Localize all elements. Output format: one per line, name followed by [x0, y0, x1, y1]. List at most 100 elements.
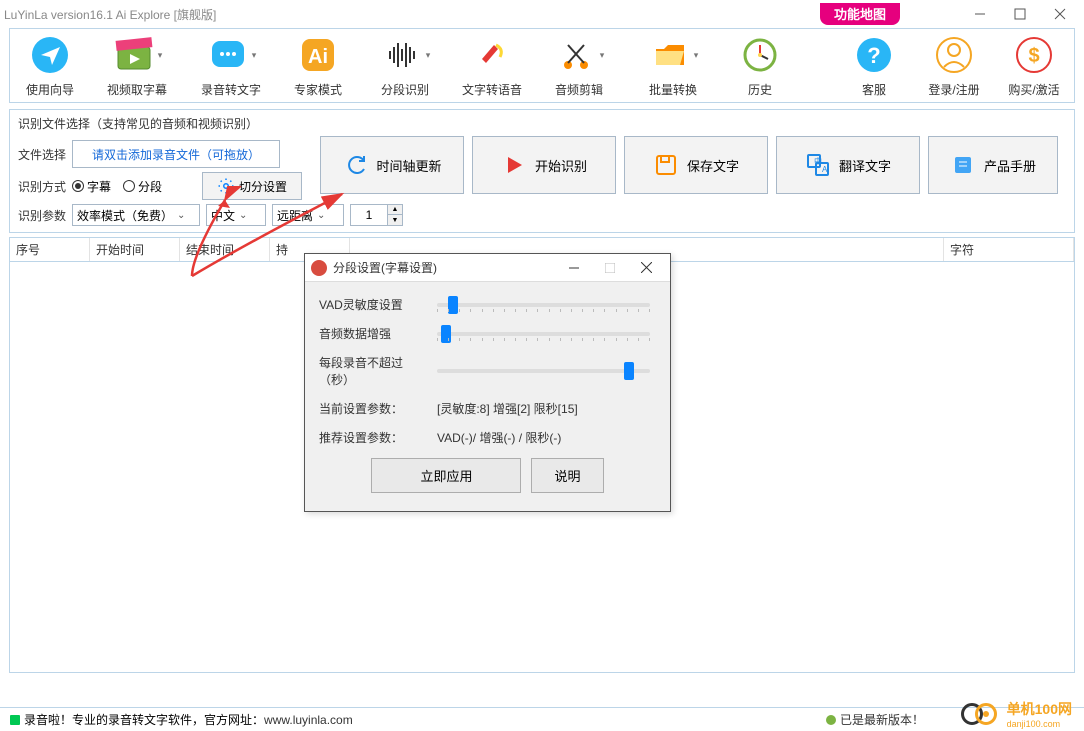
- dialog-minimize[interactable]: [556, 256, 592, 280]
- history-button[interactable]: 历史: [720, 33, 800, 98]
- distance-select[interactable]: 远距离⌄: [272, 204, 344, 226]
- enhance-slider[interactable]: [437, 332, 650, 336]
- chevron-down-icon: ⌄: [177, 210, 185, 221]
- ai-icon: Ai: [296, 33, 340, 77]
- status-url[interactable]: www.luyinla.com: [264, 713, 353, 727]
- file-picker[interactable]: 请双击添加录音文件（可拖放）: [72, 140, 280, 168]
- start-recognize-button[interactable]: 开始识别: [472, 136, 616, 194]
- clock-icon: [738, 33, 782, 77]
- chevron-down-icon: ▾: [694, 50, 699, 61]
- guide-button[interactable]: 使用向导: [10, 33, 90, 98]
- status-icon: [10, 715, 20, 725]
- audio-cut-button[interactable]: ▾ 音频剪辑: [532, 33, 626, 98]
- book-icon: [950, 152, 976, 178]
- translate-icon: 中A: [805, 152, 831, 178]
- minimize-button[interactable]: [960, 2, 1000, 26]
- param-label: 识别参数: [18, 207, 66, 224]
- col-chars[interactable]: 字符: [944, 238, 1074, 261]
- dialog-title: 分段设置(字幕设置): [333, 259, 556, 276]
- chevron-down-icon: ▾: [426, 50, 431, 61]
- chevron-down-icon: ▾: [252, 50, 257, 61]
- svg-text:$: $: [1028, 45, 1039, 67]
- user-icon: [932, 33, 976, 77]
- col-end[interactable]: 结束时间: [180, 238, 270, 261]
- dollar-icon: $: [1012, 33, 1056, 77]
- help-button[interactable]: 说明: [531, 458, 603, 493]
- watermark: 单机100网danji100.com: [961, 699, 1072, 729]
- scissors-icon: [554, 33, 598, 77]
- expert-button[interactable]: Ai 专家模式: [278, 33, 358, 98]
- spin-up[interactable]: ▲: [388, 205, 402, 215]
- buy-button[interactable]: $ 购买/激活: [994, 33, 1074, 98]
- tts-button[interactable]: 文字转语音: [452, 33, 532, 98]
- dialog-maximize[interactable]: [592, 256, 628, 280]
- mode-subtitle-radio[interactable]: 字幕: [72, 178, 111, 195]
- window-title: LuYinLa version16.1 Ai Explore [旗舰版]: [4, 6, 216, 23]
- manual-button[interactable]: 产品手册: [928, 136, 1058, 194]
- chevron-down-icon: ▾: [600, 50, 605, 61]
- vad-slider[interactable]: [437, 303, 650, 307]
- recommend-params-label: 推荐设置参数：: [319, 429, 429, 446]
- play-icon: [501, 152, 527, 178]
- close-button[interactable]: [1040, 2, 1080, 26]
- segment-settings-dialog: 分段设置(字幕设置) VAD灵敏度设置 音频数据增强 每段录音不超过（秒） 当前…: [304, 253, 671, 512]
- dialog-icon: [311, 260, 327, 276]
- main-toolbar: 使用向导 ▾ 视频取字幕 ▾ 录音转文字 Ai 专家模式 ▾ 分段识别 文字转语…: [9, 28, 1075, 103]
- svg-text:?: ?: [867, 43, 880, 68]
- chevron-down-icon: ⌄: [317, 210, 325, 221]
- recommend-params-value: VAD(-)/ 增强(-) / 限秒(-): [437, 429, 561, 446]
- gear-icon: [217, 177, 235, 195]
- help-icon: ?: [852, 33, 896, 77]
- current-params-value: [灵敏度:8] 增强[2] 限秒[15]: [437, 400, 578, 417]
- cut-settings-button[interactable]: 切分设置: [202, 172, 302, 200]
- action-buttons: 时间轴更新 开始识别 保存文字 中A翻译文字 产品手册: [320, 136, 1058, 200]
- number-spinner[interactable]: 1▲▼: [350, 204, 403, 226]
- svg-text:Ai: Ai: [308, 46, 328, 68]
- mode-segment-radio[interactable]: 分段: [123, 178, 162, 195]
- spin-down[interactable]: ▼: [388, 215, 402, 225]
- watermark-name: 单机100网: [1007, 699, 1072, 719]
- mode-label: 识别方式: [18, 178, 66, 195]
- file-label: 文件选择: [18, 146, 66, 163]
- maximize-button[interactable]: [1000, 2, 1040, 26]
- segment-button[interactable]: ▾ 分段识别: [358, 33, 452, 98]
- dialog-close[interactable]: [628, 256, 664, 280]
- chat-icon: [206, 33, 250, 77]
- status-dot-icon: [826, 715, 836, 725]
- watermark-logo: [961, 702, 1001, 726]
- batch-button[interactable]: ▾ 批量转换: [626, 33, 720, 98]
- save-icon: [653, 152, 679, 178]
- svg-text:A: A: [822, 165, 828, 174]
- apply-button[interactable]: 立即应用: [371, 458, 521, 493]
- col-seq[interactable]: 序号: [10, 238, 90, 261]
- service-button[interactable]: ? 客服: [834, 33, 914, 98]
- feature-map-badge[interactable]: 功能地图: [820, 3, 900, 25]
- maxsec-slider[interactable]: [437, 369, 650, 373]
- audio2text-button[interactable]: ▾ 录音转文字: [184, 33, 278, 98]
- save-text-button[interactable]: 保存文字: [624, 136, 768, 194]
- latest-version: 已是最新版本！: [826, 711, 924, 728]
- chevron-down-icon: ▾: [158, 50, 163, 61]
- timeline-update-button[interactable]: 时间轴更新: [320, 136, 464, 194]
- login-button[interactable]: 登录/注册: [914, 33, 994, 98]
- paper-plane-icon: [28, 33, 72, 77]
- language-select[interactable]: 中文⌄: [206, 204, 266, 226]
- maxsec-label: 每段录音不超过（秒）: [319, 354, 429, 388]
- translate-button[interactable]: 中A翻译文字: [776, 136, 920, 194]
- titlebar: LuYinLa version16.1 Ai Explore [旗舰版] 功能地…: [0, 0, 1084, 28]
- status-brand: 录音啦！: [24, 711, 72, 728]
- waveform-icon: [380, 33, 424, 77]
- status-desc: 专业的录音转文字软件，官方网址：: [72, 711, 264, 728]
- col-start[interactable]: 开始时间: [90, 238, 180, 261]
- folder-icon: [648, 33, 692, 77]
- refresh-icon: [343, 152, 369, 178]
- status-bar: 录音啦！ 专业的录音转文字软件，官方网址： www.luyinla.com 已是…: [0, 707, 1084, 731]
- video-caption-button[interactable]: ▾ 视频取字幕: [90, 33, 184, 98]
- megaphone-icon: [470, 33, 514, 77]
- panel-hint: 识别文件选择（支持常见的音频和视频识别）: [18, 115, 1066, 132]
- chevron-down-icon: ⌄: [239, 210, 247, 221]
- clapper-icon: [112, 33, 156, 77]
- efficiency-select[interactable]: 效率模式（免费）⌄: [72, 204, 200, 226]
- current-params-label: 当前设置参数：: [319, 400, 429, 417]
- watermark-url: danji100.com: [1007, 719, 1072, 729]
